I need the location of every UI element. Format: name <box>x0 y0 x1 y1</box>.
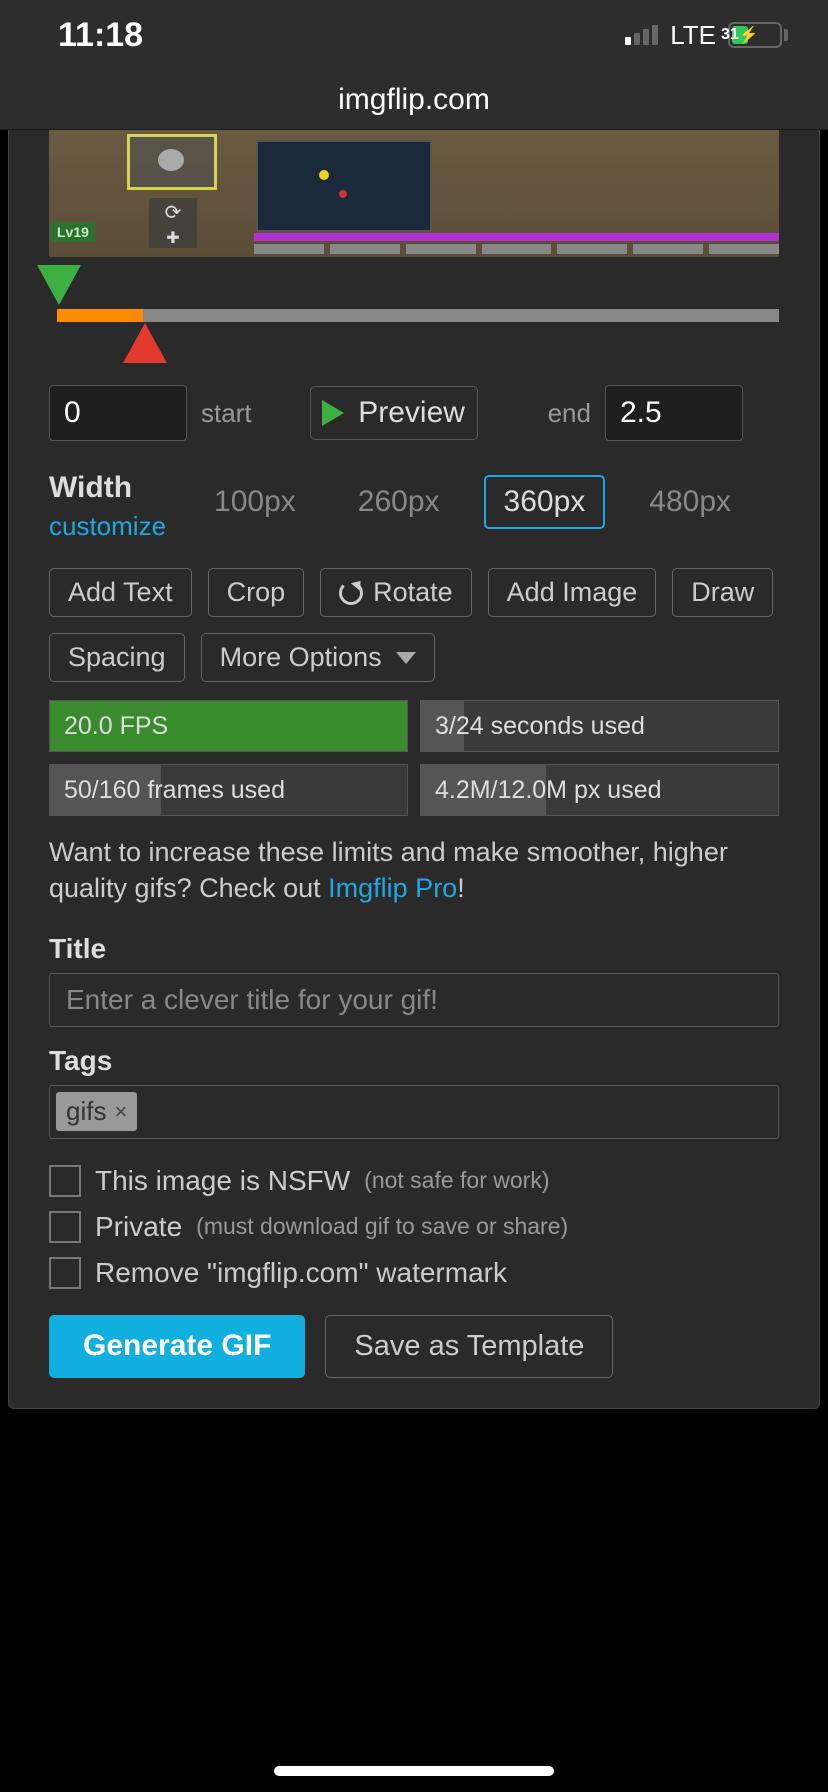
video-preview[interactable]: ⟳ ✚ Lv19 <box>49 130 779 257</box>
width-label: Width <box>49 471 166 505</box>
private-checkbox[interactable] <box>49 1211 81 1243</box>
width-option-360[interactable]: 360px <box>484 475 606 529</box>
add-image-button[interactable]: Add Image <box>488 568 657 617</box>
width-option-100[interactable]: 100px <box>196 477 314 527</box>
nsfw-checkbox[interactable] <box>49 1165 81 1197</box>
tag-chip[interactable]: gifs × <box>56 1092 137 1131</box>
rotate-button[interactable]: Rotate <box>320 568 472 617</box>
trim-start-handle-icon[interactable] <box>37 265 81 305</box>
action-row: Generate GIF Save as Template <box>49 1315 779 1378</box>
stat-px: 4.2M/12.0M px used <box>420 764 779 816</box>
width-row: Width customize 100px 260px 360px 480px <box>49 471 779 542</box>
preview-button-label: Preview <box>358 396 465 430</box>
add-text-button[interactable]: Add Text <box>49 568 192 617</box>
video-progress-bar <box>254 233 779 241</box>
imgflip-pro-link[interactable]: Imgflip Pro <box>328 873 457 903</box>
end-time-input[interactable] <box>605 385 743 441</box>
watermark-label: Remove "imgflip.com" watermark <box>95 1257 507 1289</box>
network-label: LTE <box>670 20 716 51</box>
private-note: (must download gif to save or share) <box>196 1213 568 1240</box>
title-label: Title <box>49 933 779 965</box>
page-content: ⟳ ✚ Lv19 start Preview end Width customi… <box>8 130 820 1409</box>
tags-input[interactable]: gifs × <box>49 1085 779 1139</box>
watermark-checkbox[interactable] <box>49 1257 81 1289</box>
usage-stats: 20.0 FPS 3/24 seconds used 50/160 frames… <box>49 700 779 816</box>
end-label: end <box>548 398 591 429</box>
tag-chip-label: gifs <box>66 1096 106 1127</box>
upsell-text: Want to increase these limits and make s… <box>49 834 779 907</box>
private-label: Private <box>95 1211 182 1243</box>
more-options-button[interactable]: More Options <box>201 633 435 682</box>
stat-frames: 50/160 frames used <box>49 764 408 816</box>
nsfw-note: (not safe for work) <box>364 1167 549 1194</box>
nsfw-label: This image is NSFW <box>95 1165 350 1197</box>
trim-controls-row: start Preview end <box>49 385 779 441</box>
chevron-down-icon <box>396 652 416 664</box>
save-template-button[interactable]: Save as Template <box>325 1315 613 1378</box>
draw-button[interactable]: Draw <box>672 568 773 617</box>
customize-link[interactable]: customize <box>49 511 166 542</box>
status-time: 11:18 <box>58 16 143 55</box>
signal-icon <box>625 25 658 45</box>
video-overlay-box <box>127 134 217 190</box>
watermark-row[interactable]: Remove "imgflip.com" watermark <box>49 1257 779 1289</box>
preview-button[interactable]: Preview <box>310 386 478 440</box>
video-level-badge: Lv19 <box>51 222 95 242</box>
crop-button[interactable]: Crop <box>208 568 305 617</box>
status-right: LTE 31⚡ <box>625 20 788 51</box>
video-minimap-dots <box>279 160 399 210</box>
rotate-button-label: Rotate <box>373 577 453 608</box>
battery-icon: 31⚡ <box>728 22 788 48</box>
play-icon <box>322 400 344 426</box>
timeline-track[interactable] <box>57 309 779 322</box>
start-time-input[interactable] <box>49 385 187 441</box>
video-plus-icon: ✚ <box>149 228 197 248</box>
rotate-icon <box>339 581 363 605</box>
trim-end-handle-icon[interactable] <box>123 323 167 363</box>
width-option-260[interactable]: 260px <box>340 477 458 527</box>
tags-label: Tags <box>49 1045 779 1077</box>
stat-fps: 20.0 FPS <box>49 700 408 752</box>
timeline-trimmer[interactable] <box>21 265 779 365</box>
video-reload-icon: ⟳ <box>149 198 197 228</box>
private-row[interactable]: Private (must download gif to save or sh… <box>49 1211 779 1243</box>
width-option-480[interactable]: 480px <box>631 477 749 527</box>
video-segments <box>254 244 779 254</box>
home-indicator[interactable] <box>274 1766 554 1776</box>
tag-remove-icon[interactable]: × <box>114 1099 127 1125</box>
browser-url[interactable]: imgflip.com <box>0 70 828 130</box>
generate-gif-button[interactable]: Generate GIF <box>49 1315 305 1378</box>
stat-seconds: 3/24 seconds used <box>420 700 779 752</box>
start-label: start <box>201 398 252 429</box>
spacing-button[interactable]: Spacing <box>49 633 185 682</box>
title-input[interactable] <box>49 973 779 1027</box>
nsfw-row[interactable]: This image is NSFW (not safe for work) <box>49 1165 779 1197</box>
more-options-label: More Options <box>220 642 382 673</box>
status-bar: 11:18 LTE 31⚡ <box>0 0 828 70</box>
timeline-selected-range <box>57 309 143 322</box>
tool-buttons: Add Text Crop Rotate Add Image Draw Spac… <box>49 568 779 682</box>
